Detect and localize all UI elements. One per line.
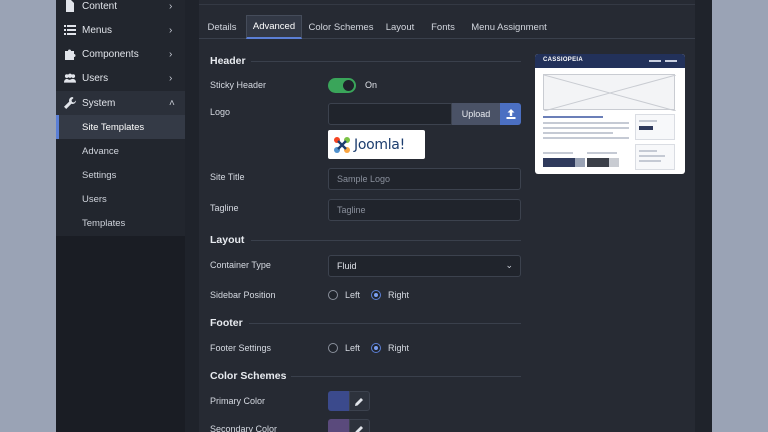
sidebar-subitem-site-templates[interactable]: Site Templates — [56, 115, 185, 139]
tab-layout[interactable]: Layout — [381, 15, 419, 39]
sidebar-item-content[interactable]: Content › — [56, 0, 185, 18]
preview-header: CASSIOPEIA — [535, 54, 685, 68]
sidebar-subitem-advance[interactable]: Advance — [56, 139, 185, 163]
preview-hero-image — [543, 74, 677, 112]
secondary-color-picker-button[interactable] — [349, 419, 370, 432]
chevron-right-icon: › — [169, 48, 173, 60]
upload-icon — [506, 109, 515, 119]
primary-color-picker-button[interactable] — [349, 391, 370, 411]
sidebar-item-users[interactable]: Users › — [56, 66, 185, 90]
sidebar-footer — [56, 236, 185, 432]
sidebar-item-label: Users — [82, 72, 109, 84]
tab-fonts[interactable]: Fonts — [427, 15, 459, 39]
divider — [291, 376, 521, 377]
chevron-right-icon: › — [169, 0, 173, 12]
sidebar-item-components[interactable]: Components › — [56, 42, 185, 66]
main-panel: Details Advanced Color Schemes Layout Fo… — [199, 0, 695, 432]
sidebar-position-left-label: Left — [345, 290, 361, 300]
container-type-select[interactable]: Fluid ⌄ — [328, 255, 521, 277]
tagline-label: Tagline — [210, 203, 239, 213]
section-title-color-schemes: Color Schemes — [210, 370, 287, 382]
chevron-right-icon: › — [169, 24, 173, 36]
tab-advanced[interactable]: Advanced — [246, 15, 302, 39]
divider — [249, 323, 521, 324]
logo-brand-text: Joomla! — [354, 136, 405, 153]
list-icon — [64, 24, 76, 36]
wrench-icon — [64, 97, 76, 109]
template-preview-thumbnail[interactable]: CASSIOPEIA — [535, 54, 685, 174]
footer-right-radio[interactable] — [371, 343, 381, 353]
sidebar-position-right-radio[interactable] — [371, 290, 381, 300]
site-title-label: Site Title — [210, 172, 245, 182]
sidebar-subitem-label: Templates — [82, 217, 126, 229]
footer-right-label: Right — [388, 343, 410, 353]
divider — [199, 4, 695, 5]
users-icon — [64, 72, 76, 84]
secondary-color-swatch[interactable] — [328, 419, 349, 432]
sidebar-subitem-settings[interactable]: Settings — [56, 163, 185, 187]
admin-window: Content › Menus › Components › Users › S… — [56, 0, 712, 432]
primary-color-swatch[interactable] — [328, 391, 349, 411]
sidebar-position-right-label: Right — [388, 290, 410, 300]
container-type-label: Container Type — [210, 260, 271, 270]
primary-color-label: Primary Color — [210, 396, 266, 406]
chevron-right-icon: › — [169, 72, 173, 84]
sidebar-item-menus[interactable]: Menus › — [56, 18, 185, 42]
chevron-up-icon: ˄ — [169, 97, 175, 109]
sticky-header-label: Sticky Header — [210, 80, 267, 90]
sidebar-subitem-label: Users — [82, 193, 107, 205]
sidebar-item-label: Components — [82, 48, 139, 60]
sidebar-item-label: System — [82, 97, 116, 109]
sticky-header-toggle[interactable] — [328, 78, 356, 93]
tab-details[interactable]: Details — [203, 15, 241, 39]
sidebar-item-label: Menus — [82, 24, 113, 36]
joomla-logo-icon — [334, 136, 350, 153]
tab-color-schemes[interactable]: Color Schemes — [306, 15, 376, 39]
chevron-down-icon: ⌄ — [505, 260, 513, 270]
sidebar-item-system[interactable]: System ˄ — [56, 91, 185, 115]
logo-label: Logo — [210, 107, 231, 117]
pencil-icon — [355, 425, 363, 432]
puzzle-icon — [64, 48, 76, 60]
logo-preview: Joomla! — [328, 130, 425, 159]
sidebar-subitem-label: Settings — [82, 169, 117, 181]
tagline-input[interactable]: Tagline — [328, 199, 521, 221]
container-type-value: Fluid — [337, 261, 357, 271]
sidebar-subitem-templates[interactable]: Templates — [56, 211, 185, 235]
tab-menu-assignment[interactable]: Menu Assignment — [467, 15, 551, 39]
sidebar-position-left-radio[interactable] — [328, 290, 338, 300]
logo-path-input[interactable] — [328, 103, 452, 125]
sidebar-item-label: Content — [82, 0, 118, 12]
tab-bar: Details Advanced Color Schemes Layout Fo… — [199, 15, 695, 39]
footer-left-label: Left — [345, 343, 361, 353]
sidebar-subitem-label: Site Templates — [82, 121, 145, 133]
sidebar-position-label: Sidebar Position — [210, 290, 276, 300]
footer-left-radio[interactable] — [328, 343, 338, 353]
divider — [251, 240, 521, 241]
secondary-color-label: Secondary Color — [210, 424, 278, 432]
pencil-icon — [355, 397, 363, 406]
upload-icon-button[interactable] — [500, 103, 521, 125]
divider — [251, 61, 521, 62]
section-title-footer: Footer — [210, 317, 243, 329]
sidebar: Content › Menus › Components › Users › S… — [56, 0, 185, 432]
file-icon — [64, 0, 76, 12]
sticky-header-state: On — [365, 80, 378, 90]
sidebar-subitem-users[interactable]: Users — [56, 187, 185, 211]
site-title-input[interactable]: Sample Logo — [328, 168, 521, 190]
sidebar-subitem-label: Advance — [82, 145, 119, 157]
preview-title: CASSIOPEIA — [543, 57, 584, 63]
section-title-header: Header — [210, 55, 246, 67]
section-title-layout: Layout — [210, 234, 245, 246]
upload-button[interactable]: Upload — [452, 103, 500, 125]
footer-settings-label: Footer Settings — [210, 343, 272, 353]
